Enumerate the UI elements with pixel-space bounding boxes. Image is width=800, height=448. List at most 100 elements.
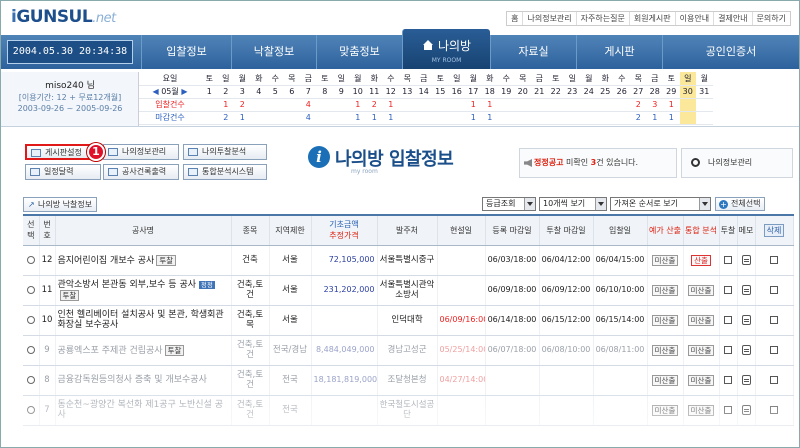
- calendar-bid-count[interactable]: [333, 98, 350, 111]
- row-radio[interactable]: [26, 345, 35, 354]
- calendar-bid-count[interactable]: [548, 98, 565, 111]
- calendar-close-count[interactable]: [251, 111, 268, 124]
- calendar-bid-count[interactable]: [416, 98, 433, 111]
- bid-tag[interactable]: 투찰: [156, 254, 177, 266]
- delete-button[interactable]: 삭제: [763, 223, 785, 237]
- calendar-bid-count[interactable]: 1: [465, 98, 482, 111]
- calendar-close-count[interactable]: [597, 111, 614, 124]
- table-row[interactable]: 8 금융감독원등의청사 증축 및 개보수공사 건축,토건 전국 18,181,819,0…: [23, 365, 794, 396]
- memo-icon[interactable]: [741, 254, 751, 265]
- calendar-close-count[interactable]: [449, 111, 466, 124]
- row-radio[interactable]: [26, 285, 35, 294]
- delete-checkbox[interactable]: [770, 345, 778, 354]
- calendar-close-count[interactable]: 1: [350, 111, 367, 124]
- top-link[interactable]: 홈: [507, 12, 522, 25]
- calendar-close-count[interactable]: [564, 111, 581, 124]
- calendar-close-count[interactable]: [317, 111, 334, 124]
- calendar-close-count[interactable]: 1: [482, 111, 499, 124]
- top-link[interactable]: 결제안내: [713, 12, 751, 25]
- bid-checkbox[interactable]: [724, 285, 732, 294]
- calendar-bid-count[interactable]: [449, 98, 466, 111]
- nav-resources[interactable]: 자료실: [490, 35, 576, 69]
- row-radio[interactable]: [26, 405, 35, 414]
- analysis-button[interactable]: 미산출: [687, 344, 715, 356]
- calendar-bid-count[interactable]: [317, 98, 334, 111]
- bid-checkbox[interactable]: [724, 255, 732, 264]
- site-logo[interactable]: iGUNSUL.net: [11, 7, 116, 27]
- top-link[interactable]: 이용안내: [674, 12, 713, 25]
- delete-checkbox[interactable]: [770, 375, 778, 384]
- calendar-close-count[interactable]: [267, 111, 284, 124]
- row-name-link[interactable]: 동순천~광양간 복선화 제1공구 노반신설 공사: [58, 400, 223, 420]
- calendar-bid-count[interactable]: 2: [234, 98, 251, 111]
- calendar-close-count[interactable]: [581, 111, 598, 124]
- nav-bid-info[interactable]: 입찰정보: [141, 35, 231, 69]
- calendar-bid-count[interactable]: [614, 98, 631, 111]
- price-calc-button[interactable]: 미산출: [651, 344, 679, 356]
- bid-checkbox[interactable]: [724, 315, 732, 324]
- calendar-close-count[interactable]: 1: [647, 111, 664, 124]
- bid-checkbox[interactable]: [724, 405, 732, 414]
- col-reg[interactable]: 등록 마감일: [485, 214, 540, 246]
- nav-board[interactable]: 게시판: [576, 35, 662, 69]
- calendar-bid-count[interactable]: [399, 98, 416, 111]
- my-analysis-button[interactable]: 나의투찰분석: [183, 144, 267, 160]
- calendar-bid-count[interactable]: 1: [350, 98, 367, 111]
- calendar-month-label[interactable]: ◀ 05월 ▶: [139, 85, 201, 98]
- calendar-close-count[interactable]: 4: [300, 111, 317, 124]
- calendar-bid-count[interactable]: [432, 98, 449, 111]
- sort-select[interactable]: 가져온 순서로 보기: [610, 197, 711, 211]
- calendar-close-count[interactable]: 2: [630, 111, 647, 124]
- col-site[interactable]: 현설일: [437, 214, 486, 246]
- nav-award-info[interactable]: 낙찰정보: [231, 35, 316, 69]
- bid-tag[interactable]: 투찰: [164, 344, 185, 356]
- calendar-bid-count[interactable]: [564, 98, 581, 111]
- calendar-close-count[interactable]: [399, 111, 416, 124]
- col-name[interactable]: 공사명: [55, 214, 232, 246]
- top-link[interactable]: 회원게시판: [628, 12, 675, 25]
- col-bid-close[interactable]: 투찰 마감일: [539, 214, 594, 246]
- analysis-button[interactable]: 미산출: [687, 284, 715, 296]
- calendar-close-count[interactable]: [696, 111, 713, 124]
- my-info-manage-button[interactable]: 나의정보관리: [681, 148, 793, 178]
- calendar-close-count[interactable]: [416, 111, 433, 124]
- col-org[interactable]: 발주처: [377, 214, 438, 246]
- table-row[interactable]: 11 관악소방서 본관동 외부,보수 등 공사 정정투찰 건축,토건 서울 231,20…: [23, 275, 794, 306]
- calendar-bid-count[interactable]: [531, 98, 548, 111]
- delete-checkbox[interactable]: [770, 405, 778, 414]
- page-size-select[interactable]: 10개씩 보기: [539, 197, 607, 211]
- analysis-button[interactable]: 미산출: [687, 404, 715, 416]
- calendar-close-count[interactable]: 1: [663, 111, 680, 124]
- top-link[interactable]: 나의정보관리: [522, 12, 575, 25]
- grade-select[interactable]: 등급조회: [482, 197, 536, 211]
- calendar-bid-count[interactable]: 1: [663, 98, 680, 111]
- company-print-button[interactable]: 공사건록출력: [103, 164, 179, 180]
- row-name-link[interactable]: 관악소방서 본관동 외부,보수 등 공사: [58, 280, 197, 290]
- price-calc-button[interactable]: 미산출: [651, 254, 679, 266]
- calendar-bid-count[interactable]: [581, 98, 598, 111]
- row-name-link[interactable]: 음지어린이집 개보수 공사: [58, 256, 155, 266]
- calendar-close-count[interactable]: 1: [465, 111, 482, 124]
- col-amount[interactable]: 기초금액 추정가격: [311, 214, 378, 246]
- bid-checkbox[interactable]: [724, 345, 732, 354]
- nav-custom-info[interactable]: 맞춤정보: [316, 35, 402, 69]
- analysis-button[interactable]: 산출: [691, 254, 711, 266]
- calendar-bid-count[interactable]: [201, 98, 218, 111]
- calendar-bid-count[interactable]: [498, 98, 515, 111]
- row-name-link[interactable]: 공룡엑스포 주제관 건립공사: [58, 346, 163, 356]
- calendar-close-count[interactable]: [531, 111, 548, 124]
- bid-checkbox[interactable]: [724, 375, 732, 384]
- bid-tag[interactable]: 투찰: [59, 289, 80, 301]
- calendar-bid-count[interactable]: [515, 98, 532, 111]
- top-link[interactable]: 문의하기: [751, 12, 790, 25]
- row-radio[interactable]: [26, 255, 35, 264]
- row-radio[interactable]: [26, 375, 35, 384]
- calendar-close-count[interactable]: [548, 111, 565, 124]
- calendar-bid-count[interactable]: 1: [383, 98, 400, 111]
- calendar-bid-count[interactable]: 1: [482, 98, 499, 111]
- calendar-bid-count[interactable]: 3: [647, 98, 664, 111]
- calendar-close-count[interactable]: [201, 111, 218, 124]
- calendar-bid-count[interactable]: 4: [300, 98, 317, 111]
- table-row[interactable]: 7 동순천~광양간 복선화 제1공구 노반신설 공사 건축,토건 전국 한국철도시설공단…: [23, 395, 794, 426]
- memo-icon[interactable]: [741, 374, 751, 385]
